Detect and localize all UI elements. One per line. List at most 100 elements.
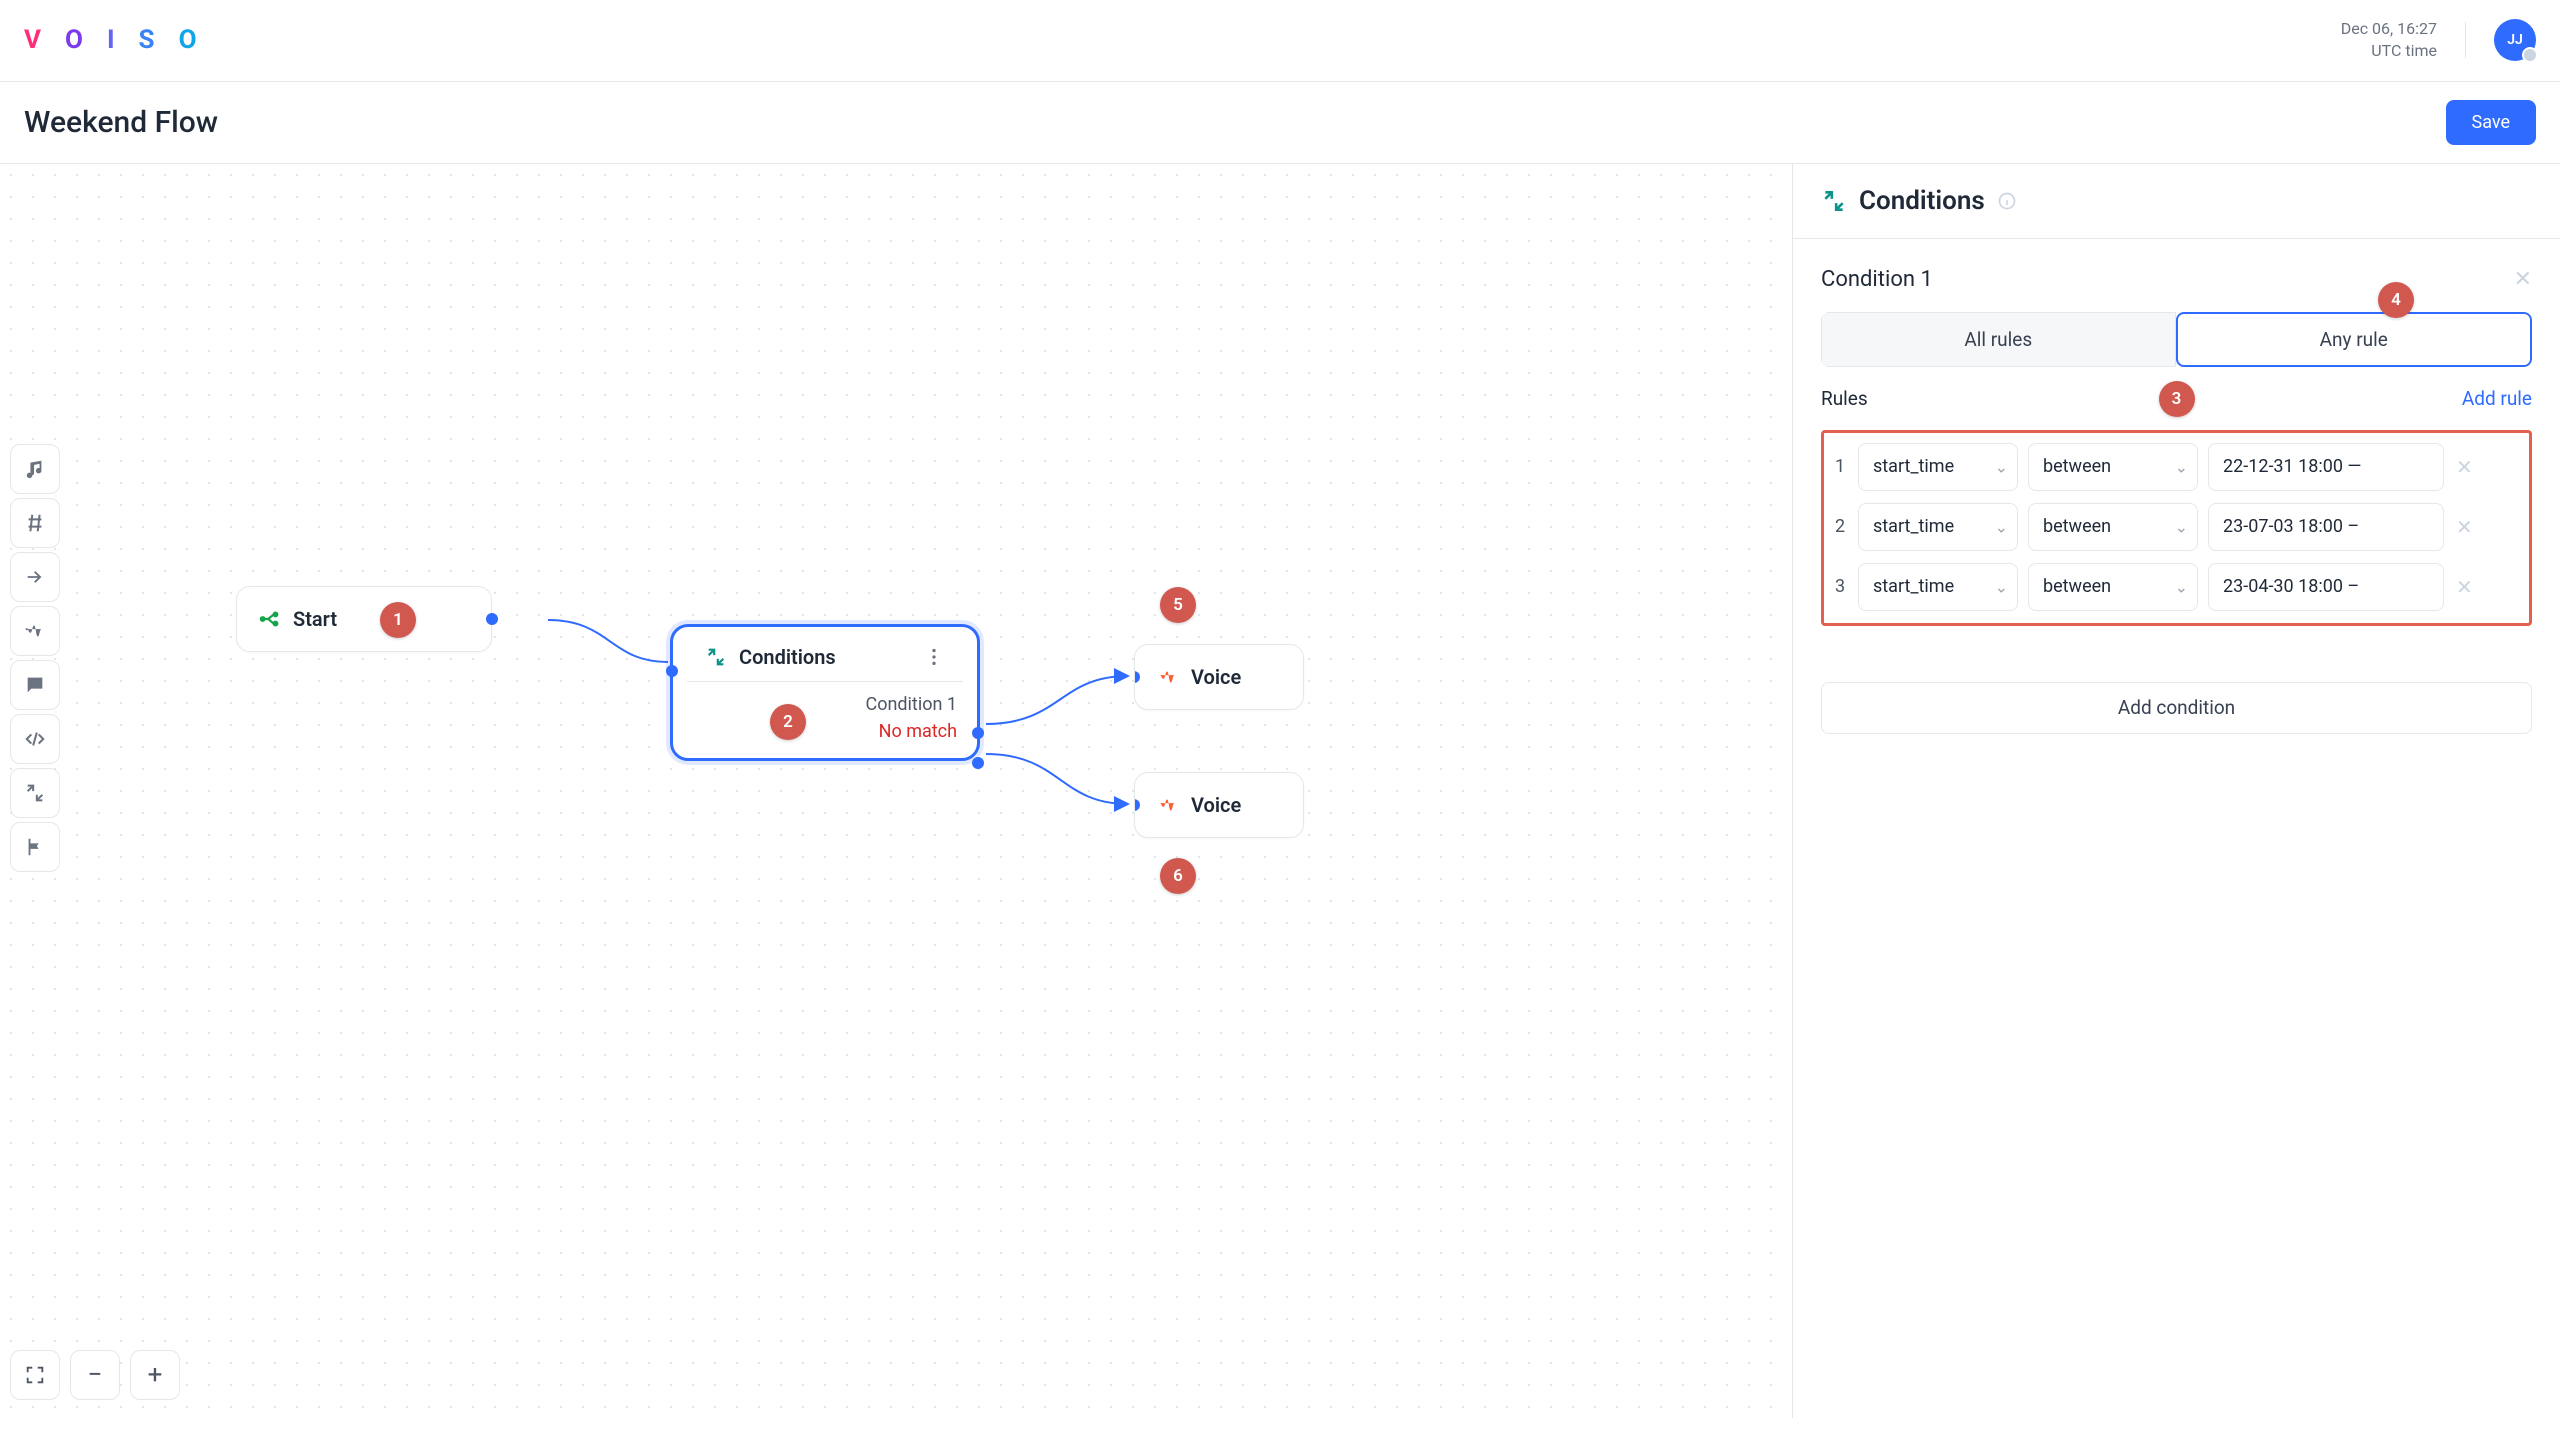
tool-code[interactable] bbox=[10, 714, 60, 764]
logo-letter: S bbox=[139, 25, 165, 55]
zoom-out-button[interactable]: − bbox=[70, 1350, 120, 1400]
rule-value-input[interactable] bbox=[2208, 443, 2444, 491]
rules-header: Rules 3 Add rule bbox=[1821, 387, 2532, 410]
code-icon bbox=[24, 728, 46, 750]
split-icon bbox=[1821, 188, 1847, 214]
match-toggle: All rules Any rule bbox=[1821, 312, 2532, 367]
conditions-node[interactable]: Conditions Condition 1 No match bbox=[670, 624, 980, 761]
tool-chat[interactable] bbox=[10, 660, 60, 710]
rule-field-select[interactable]: start_time bbox=[1858, 503, 2018, 551]
callout-6: 6 bbox=[1160, 858, 1196, 894]
port-in[interactable] bbox=[666, 665, 678, 677]
flow-canvas[interactable]: − + Start 1 Conditions Condition 1 No ma… bbox=[0, 164, 1792, 1418]
rule-value-input[interactable] bbox=[2208, 563, 2444, 611]
toggle-any-rule[interactable]: Any rule bbox=[2176, 312, 2533, 367]
callout-1: 1 bbox=[380, 602, 416, 638]
logo-letter: I bbox=[107, 25, 125, 55]
title-bar: Weekend Flow Save bbox=[0, 82, 2560, 164]
tool-forward[interactable] bbox=[10, 552, 60, 602]
rule-field-select[interactable]: start_time bbox=[1858, 563, 2018, 611]
port-out-nomatch[interactable] bbox=[972, 757, 984, 769]
voice-label: Voice bbox=[1191, 665, 1241, 689]
callout-5: 5 bbox=[1160, 587, 1196, 623]
fit-view-button[interactable] bbox=[10, 1350, 60, 1400]
tool-audio[interactable] bbox=[10, 444, 60, 494]
rule-operator-select[interactable]: between bbox=[2028, 563, 2198, 611]
tool-hash[interactable] bbox=[10, 498, 60, 548]
conditions-panel: Conditions Condition 1 ✕ 4 All rules Any… bbox=[1792, 164, 2560, 1418]
rule-operator-select[interactable]: between bbox=[2028, 443, 2198, 491]
port-out-1[interactable] bbox=[972, 727, 984, 739]
fullscreen-icon bbox=[24, 1364, 46, 1386]
logo-letter: O bbox=[65, 25, 93, 55]
connections bbox=[0, 164, 1792, 1418]
toggle-all-rules[interactable]: All rules bbox=[1821, 312, 2176, 367]
flag-icon bbox=[24, 836, 46, 858]
rule-operator-select[interactable]: between bbox=[2028, 503, 2198, 551]
sound-waves-icon bbox=[1157, 666, 1179, 688]
panel-header: Conditions bbox=[1793, 164, 2560, 239]
header-time: Dec 06, 16:27 UTC time bbox=[2341, 18, 2437, 63]
tool-voice[interactable] bbox=[10, 606, 60, 656]
rule-index: 3 bbox=[1832, 576, 1848, 597]
rule-index: 1 bbox=[1832, 456, 1848, 477]
callout-3: 3 bbox=[2159, 381, 2195, 417]
callout-2: 2 bbox=[770, 704, 806, 740]
split-icon bbox=[24, 782, 46, 804]
remove-rule-button[interactable]: ✕ bbox=[2456, 455, 2473, 479]
rule-field-select[interactable]: start_time bbox=[1858, 443, 2018, 491]
rule-row: 1 start_time⌄ between⌄ ✕ bbox=[1832, 443, 2521, 491]
brand-bar: V O I S O Dec 06, 16:27 UTC time JJ bbox=[0, 0, 2560, 82]
conditions-node-title: Conditions bbox=[739, 645, 836, 669]
condition-output-1: Condition 1 bbox=[865, 694, 957, 715]
arrow-right-icon bbox=[24, 566, 46, 588]
split-icon bbox=[705, 646, 727, 668]
more-icon[interactable] bbox=[923, 646, 945, 668]
condition-name: Condition 1 bbox=[1821, 267, 1933, 292]
tool-conditions[interactable] bbox=[10, 768, 60, 818]
chat-icon bbox=[24, 674, 46, 696]
callout-4: 4 bbox=[2378, 282, 2414, 318]
start-node[interactable]: Start bbox=[236, 586, 492, 652]
rule-row: 3 start_time⌄ between⌄ ✕ bbox=[1832, 563, 2521, 611]
rule-value-input[interactable] bbox=[2208, 503, 2444, 551]
sound-waves-icon bbox=[24, 620, 46, 642]
zoom-controls: − + bbox=[10, 1350, 180, 1400]
add-rule-link[interactable]: Add rule bbox=[2462, 387, 2532, 410]
music-icon bbox=[24, 458, 46, 480]
remove-condition-button[interactable]: ✕ bbox=[2514, 267, 2532, 292]
save-button[interactable]: Save bbox=[2446, 100, 2537, 145]
zoom-in-button[interactable]: + bbox=[130, 1350, 180, 1400]
header-datetime: Dec 06, 16:27 bbox=[2341, 18, 2437, 40]
panel-title: Conditions bbox=[1859, 186, 1985, 216]
node-palette bbox=[10, 444, 60, 872]
rules-list: 1 start_time⌄ between⌄ ✕ 2 start_time⌄ b… bbox=[1821, 430, 2532, 626]
start-label: Start bbox=[293, 607, 337, 631]
logo-letter: V bbox=[24, 25, 51, 55]
rules-label: Rules bbox=[1821, 387, 1868, 410]
tool-flag[interactable] bbox=[10, 822, 60, 872]
avatar[interactable]: JJ bbox=[2494, 19, 2536, 61]
info-icon[interactable] bbox=[1997, 191, 2017, 211]
port-in[interactable] bbox=[1134, 799, 1140, 811]
voice-node-a[interactable]: Voice bbox=[1134, 644, 1304, 710]
voice-label: Voice bbox=[1191, 793, 1241, 817]
port-out[interactable] bbox=[486, 613, 498, 625]
condition-block-header: Condition 1 ✕ bbox=[1821, 267, 2532, 292]
condition-no-match: No match bbox=[879, 721, 957, 742]
port-in[interactable] bbox=[1134, 671, 1140, 683]
sound-waves-icon bbox=[1157, 794, 1179, 816]
header-timezone: UTC time bbox=[2371, 40, 2437, 62]
voice-node-b[interactable]: Voice bbox=[1134, 772, 1304, 838]
remove-rule-button[interactable]: ✕ bbox=[2456, 515, 2473, 539]
remove-rule-button[interactable]: ✕ bbox=[2456, 575, 2473, 599]
add-condition-button[interactable]: Add condition bbox=[1821, 682, 2532, 734]
branch-icon bbox=[259, 608, 281, 630]
rule-row: 2 start_time⌄ between⌄ ✕ bbox=[1832, 503, 2521, 551]
page-title: Weekend Flow bbox=[24, 105, 218, 140]
hash-icon bbox=[24, 512, 46, 534]
rule-index: 2 bbox=[1832, 516, 1848, 537]
brand-logo: V O I S O bbox=[24, 25, 207, 55]
logo-letter: O bbox=[179, 25, 207, 55]
divider bbox=[2465, 22, 2466, 58]
